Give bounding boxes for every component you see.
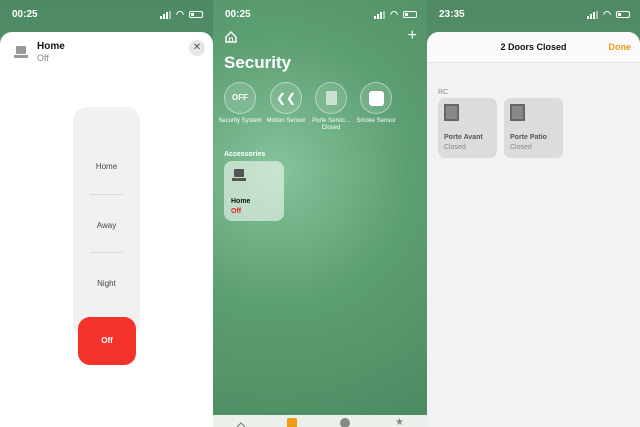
alarm-icon [232, 169, 246, 181]
mode-night[interactable]: Night [73, 279, 140, 288]
mode-off-button[interactable]: Off [78, 317, 136, 365]
smoke-sensor-icon [369, 91, 384, 106]
tab-bar: ★ [213, 415, 427, 427]
sheet-header: 2 Doors Closed Done [427, 32, 640, 63]
motion-sensor-icon: ❮❮ [275, 91, 297, 105]
accessory-name: Home [37, 41, 65, 52]
rooms-tab-icon[interactable] [287, 418, 297, 427]
doors-sheet: 2 Doors Closed Done [427, 32, 640, 427]
page-title: Security [224, 53, 292, 72]
porte-service-label: Porte Servic... Closed [312, 118, 350, 131]
door-status: Closed [444, 144, 466, 151]
add-button[interactable]: + [408, 27, 417, 45]
signal-icon [160, 10, 172, 19]
porte-service-button[interactable] [315, 82, 347, 114]
smoke-sensor-label: Smoke Sensor [356, 118, 396, 124]
close-icon: ✕ [192, 42, 202, 53]
done-button[interactable]: Done [609, 42, 632, 52]
wifi-icon: ◠ [176, 9, 184, 19]
battery-icon [189, 11, 203, 18]
security-room-screen: 00:25 ◠ + Security OFF Security System ❮… [213, 0, 427, 427]
status-icons: ◠ [587, 9, 630, 20]
alarm-mode-screen: 00:25 ◠ Home Off ✕ Home Away Night Off [0, 0, 213, 427]
tile-name: Home [231, 198, 251, 205]
mode-selector: Home Away Night [73, 107, 140, 338]
signal-icon [587, 10, 599, 19]
wifi-icon: ◠ [603, 9, 611, 19]
mode-divider [90, 194, 123, 195]
motion-sensor-button[interactable]: ❮❮ [270, 82, 302, 114]
security-system-button[interactable]: OFF [224, 82, 256, 114]
door-tile-porte-avant[interactable]: Porte Avant Closed [438, 98, 497, 158]
status-time: 23:35 [439, 9, 465, 20]
status-icons: ◠ [374, 9, 417, 20]
signal-icon [374, 10, 386, 19]
security-status-value: OFF [232, 93, 248, 102]
favorites-tab-icon[interactable]: ★ [395, 418, 405, 427]
battery-icon [403, 11, 417, 18]
home-accessory-tile[interactable]: Home Off [224, 161, 284, 221]
mode-away[interactable]: Away [73, 221, 140, 230]
home-icon[interactable] [224, 30, 238, 44]
motion-sensor-label: Motion Sensor [266, 118, 306, 124]
mode-divider [90, 252, 123, 253]
doors-screen: 23:35 ◠ 2 Doors Closed Done RC Porte Ava… [427, 0, 640, 427]
battery-icon [616, 11, 630, 18]
accessory-state: Off [37, 53, 49, 63]
close-button[interactable]: ✕ [189, 40, 205, 56]
door-icon [326, 91, 337, 105]
tile-status: Off [231, 208, 242, 215]
mode-home[interactable]: Home [73, 162, 140, 171]
security-system-label: Security System [218, 118, 262, 124]
alarm-icon [14, 46, 28, 58]
door-icon [444, 104, 459, 121]
door-name: Porte Patio [510, 134, 547, 141]
accessories-heading: Accessories [224, 151, 266, 158]
status-time: 00:25 [225, 9, 251, 20]
wifi-icon: ◠ [390, 9, 398, 19]
door-name: Porte Avant [444, 134, 483, 141]
automation-tab-icon[interactable] [340, 418, 350, 427]
house-tab-icon[interactable] [236, 418, 246, 427]
door-status: Closed [510, 144, 532, 151]
status-time: 00:25 [12, 9, 38, 20]
status-icons: ◠ [160, 9, 203, 20]
status-bar: 00:25 ◠ [0, 0, 213, 30]
status-bar: 00:25 ◠ [213, 0, 427, 30]
door-icon [510, 104, 525, 121]
door-tile-porte-patio[interactable]: Porte Patio Closed [504, 98, 563, 158]
smoke-sensor-button[interactable] [360, 82, 392, 114]
section-label: RC [438, 89, 449, 96]
status-bar: 23:35 ◠ [427, 0, 640, 30]
